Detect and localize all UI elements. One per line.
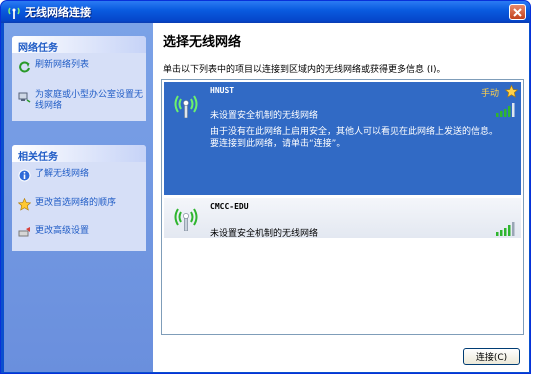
info-icon [18, 169, 31, 182]
network-list: HNUST 手动 未设置安全机制的无线网络 由于没有在此网络上启用安全，其他人可… [161, 79, 524, 335]
refresh-icon [19, 61, 30, 73]
network-ssid: CMCC-EDU [210, 202, 249, 211]
close-icon [513, 7, 522, 17]
settings-icon [18, 227, 30, 237]
manual-badge: 手动 [480, 89, 499, 99]
refresh-network-list-link[interactable]: 刷新网络列表 [18, 60, 143, 73]
learn-wireless-link[interactable]: 了解无线网络 [18, 169, 143, 182]
advanced-settings-link[interactable]: 更改高级设置 [18, 226, 143, 239]
setup-home-network-link[interactable]: 为家庭或小型办公室设置无线网络 [18, 90, 143, 112]
network-tasks-panel: 网络任务 刷新网络列表 为家庭或小型办公室设置无线网络 [12, 36, 146, 121]
page-title: 选择无线网络 [163, 35, 242, 50]
refresh-network-list-label: 刷新网络列表 [35, 60, 90, 70]
wireless-connection-window: 无线网络连接 网络任务 刷新网络列表 为家庭或小型办公室设置无线网络 相关任务 … [0, 0, 531, 374]
wireless-antenna-icon [174, 95, 198, 118]
main-pane: 选择无线网络 单击以下列表中的项目以连接到区域内的无线网络或获得更多信息 (I)… [153, 23, 529, 372]
signal-strength-icon [496, 103, 515, 117]
wireless-icon [8, 7, 20, 19]
change-preferred-order-label: 更改首选网络的顺序 [35, 198, 117, 208]
related-tasks-title: 相关任务 [12, 145, 146, 163]
star-icon [18, 198, 31, 211]
learn-wireless-label: 了解无线网络 [35, 169, 90, 179]
network-description: 由于没有在此网络上启用安全，其他人可以看见在此网络上发送的信息。要连接到此网络，… [210, 127, 499, 149]
instruction-text: 单击以下列表中的项目以连接到区域内的无线网络或获得更多信息 (I)。 [163, 65, 446, 75]
network-tasks-title: 网络任务 [12, 36, 146, 54]
network-security: 未设置安全机制的无线网络 [210, 229, 319, 239]
wireless-antenna-icon [174, 208, 198, 231]
advanced-settings-label: 更改高级设置 [35, 226, 90, 236]
task-pane: 网络任务 刷新网络列表 为家庭或小型办公室设置无线网络 相关任务 了解无线网络 … [4, 23, 153, 372]
network-security: 未设置安全机制的无线网络 [210, 111, 319, 121]
preferred-star-icon [505, 85, 518, 98]
network-item-hnust[interactable]: HNUST 手动 未设置安全机制的无线网络 由于没有在此网络上启用安全，其他人可… [164, 82, 521, 195]
network-ssid: HNUST [210, 86, 235, 95]
connect-button[interactable]: 连接(C) [463, 348, 520, 365]
related-tasks-panel: 相关任务 了解无线网络 更改首选网络的顺序 更改高级设置 [12, 145, 146, 251]
setup-network-icon [18, 92, 31, 103]
close-button[interactable] [509, 4, 526, 20]
setup-home-network-label: 为家庭或小型办公室设置无线网络 [35, 90, 144, 111]
title-bar[interactable]: 无线网络连接 [1, 1, 530, 23]
signal-strength-icon [496, 222, 515, 236]
network-item-cmcc-edu[interactable]: CMCC-EDU 未设置安全机制的无线网络 [164, 198, 521, 239]
change-preferred-order-link[interactable]: 更改首选网络的顺序 [18, 198, 143, 211]
window-title: 无线网络连接 [25, 6, 91, 19]
